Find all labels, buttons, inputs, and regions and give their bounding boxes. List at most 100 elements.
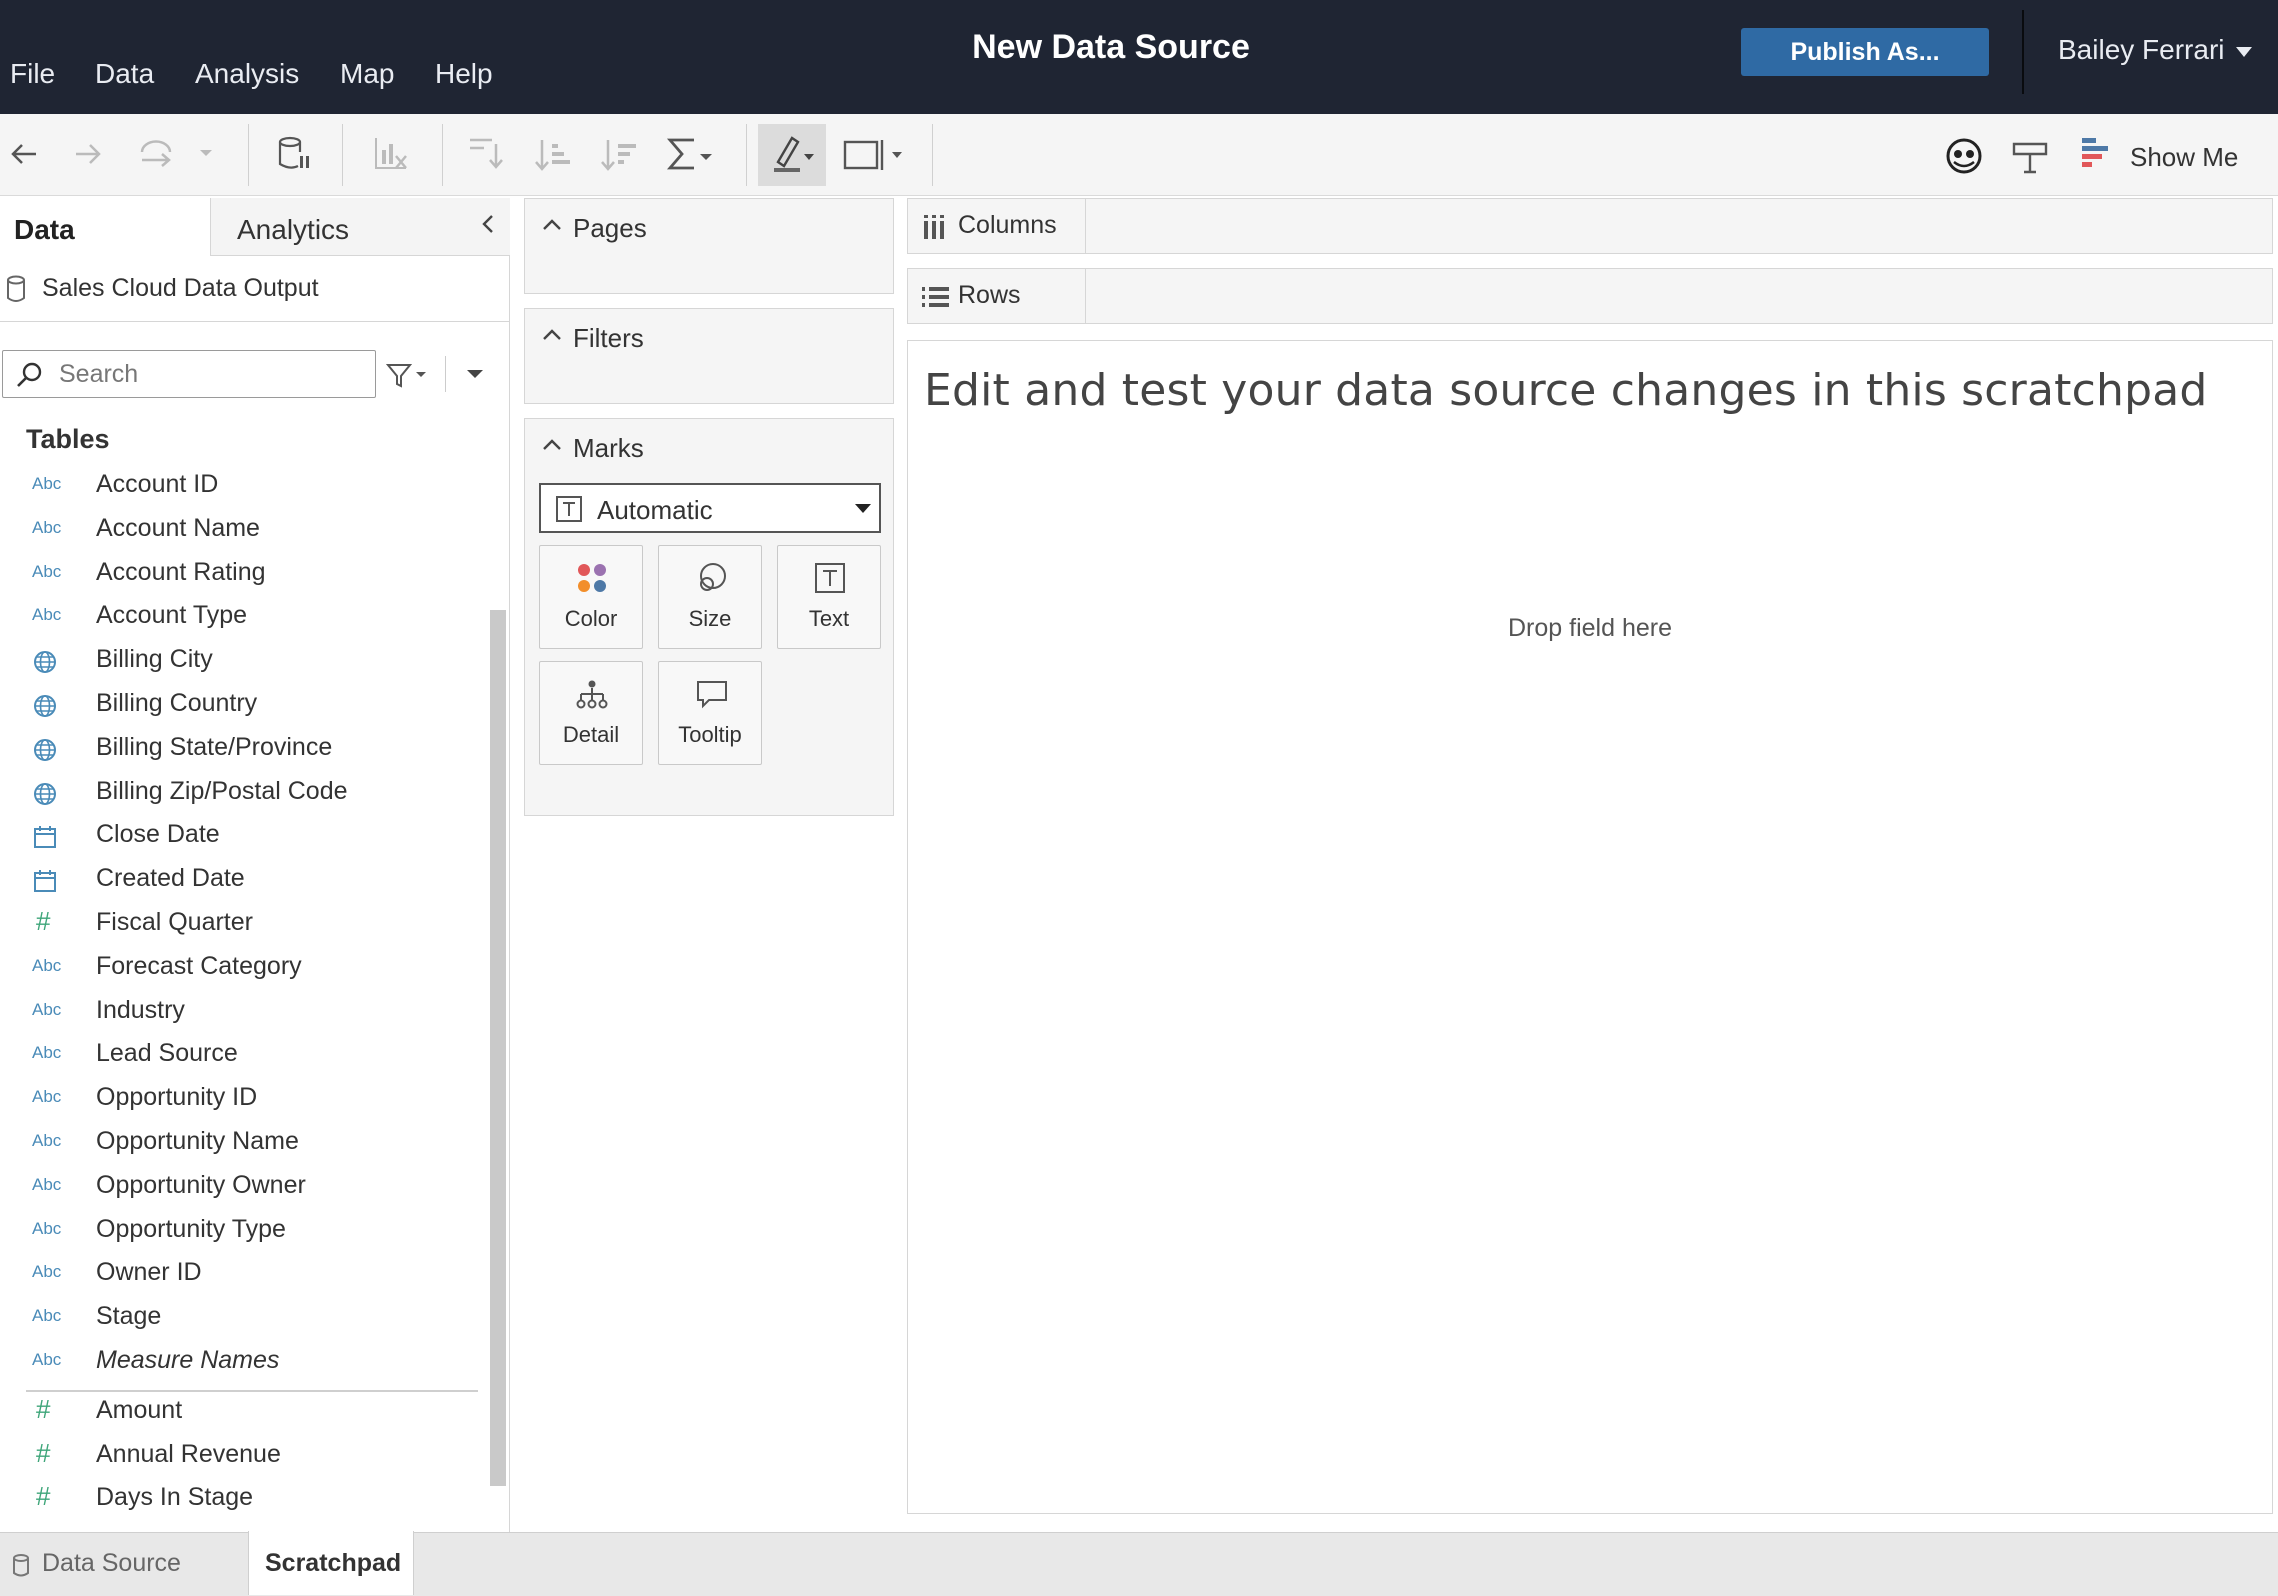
field-item[interactable]: Abc Opportunity Type — [0, 1211, 480, 1251]
rows-label: Rows — [958, 281, 1021, 309]
tab-data[interactable]: Data — [0, 198, 210, 256]
sort-ascending-icon[interactable] — [534, 134, 574, 174]
replay-icon[interactable] — [134, 134, 178, 174]
show-me-button[interactable]: Show Me — [2130, 142, 2238, 173]
totals-sigma-icon[interactable] — [666, 134, 716, 174]
marks-card: Marks Automatic Color Size Text Detail T… — [524, 418, 894, 816]
field-item[interactable]: Billing City — [0, 641, 480, 681]
filters-card: Filters — [524, 308, 894, 404]
filter-icon[interactable] — [386, 362, 432, 390]
calendar-icon — [32, 824, 68, 849]
mark-type-select[interactable]: Automatic — [539, 483, 881, 533]
data-source-row[interactable]: Sales Cloud Data Output — [0, 258, 510, 322]
field-item[interactable]: # Days In Stage — [0, 1479, 480, 1519]
data-source-icon[interactable] — [274, 134, 314, 174]
field-item[interactable]: Close Date — [0, 816, 480, 856]
color-button[interactable]: Color — [539, 545, 643, 649]
sheet-tabs-bar: Data Source Scratchpad — [0, 1531, 2278, 1596]
detail-label: Detail — [562, 722, 620, 747]
text-button[interactable]: Text — [777, 545, 881, 649]
string-type-icon: Abc — [32, 561, 62, 581]
chevron-down-icon[interactable] — [196, 134, 216, 174]
number-type-icon: # — [36, 1437, 51, 1468]
string-type-icon: Abc — [32, 1306, 62, 1326]
publish-as-button[interactable]: Publish As... — [1741, 28, 1989, 76]
field-item[interactable]: # Fiscal Quarter — [0, 904, 480, 944]
color-label: Color — [564, 606, 618, 631]
presentation-icon[interactable] — [2008, 134, 2052, 174]
undo-icon[interactable] — [6, 134, 42, 174]
field-item[interactable]: Abc Stage — [0, 1298, 480, 1338]
chevron-up-icon[interactable] — [541, 437, 563, 453]
detail-button[interactable]: Detail — [539, 661, 643, 765]
string-type-icon: Abc — [32, 1087, 62, 1107]
tab-analytics[interactable]: Analytics — [210, 198, 510, 256]
field-item[interactable]: Abc Opportunity Name — [0, 1123, 480, 1163]
field-item[interactable]: Abc Lead Source — [0, 1035, 480, 1075]
tab-analytics-label: Analytics — [237, 214, 350, 245]
redo-icon[interactable] — [70, 134, 106, 174]
marks-title: Marks — [573, 433, 644, 463]
field-item[interactable]: Abc Owner ID — [0, 1254, 480, 1294]
field-item[interactable]: Billing State/Province — [0, 729, 480, 769]
size-button[interactable]: Size — [658, 545, 762, 649]
text-mark-icon — [556, 496, 582, 522]
field-item[interactable]: # Annual Revenue — [0, 1436, 480, 1476]
field-item[interactable]: Created Date — [0, 860, 480, 900]
field-label: Opportunity Name — [96, 1127, 299, 1155]
scrollbar[interactable] — [490, 610, 506, 1486]
field-item[interactable]: Abc Opportunity ID — [0, 1079, 480, 1119]
rows-shelf[interactable]: Rows — [907, 268, 2273, 324]
field-item[interactable]: Abc Measure Names — [0, 1342, 480, 1382]
data-source-name: Sales Cloud Data Output — [42, 274, 319, 302]
search-input[interactable] — [59, 359, 359, 389]
field-item[interactable]: Abc Account Name — [0, 510, 480, 550]
globe-icon — [32, 781, 68, 805]
chevron-up-icon[interactable] — [541, 327, 563, 343]
sort-descending-icon[interactable] — [600, 134, 640, 174]
field-item[interactable]: Abc Forecast Category — [0, 948, 480, 988]
user-menu[interactable]: Bailey Ferrari — [2058, 34, 2253, 66]
collapse-pane-icon[interactable] — [478, 212, 498, 236]
number-type-icon: # — [36, 1481, 51, 1512]
field-item[interactable]: Abc Account ID — [0, 466, 480, 506]
field-item[interactable]: Abc Account Rating — [0, 554, 480, 594]
rows-icon — [922, 287, 949, 307]
swap-rows-columns-icon[interactable] — [466, 134, 506, 174]
toolbar-separator — [932, 124, 933, 186]
string-type-icon: Abc — [32, 1350, 62, 1369]
field-label: Opportunity ID — [96, 1083, 258, 1112]
search-box[interactable] — [2, 350, 376, 398]
field-item[interactable]: Abc Account Type — [0, 597, 480, 637]
field-item[interactable]: Billing Country — [0, 685, 480, 725]
toolbar-separator — [248, 124, 249, 186]
tooltip-button[interactable]: Tooltip — [658, 661, 762, 765]
toolbar-separator — [442, 124, 443, 186]
clear-sheet-icon[interactable] — [370, 134, 414, 174]
field-label: Annual Revenue — [96, 1439, 281, 1468]
field-item[interactable]: Billing Zip/Postal Code — [0, 773, 480, 813]
string-type-icon: Abc — [32, 1174, 62, 1194]
scratchpad-canvas[interactable]: Edit and test your data source changes i… — [907, 340, 2273, 1514]
filters-title: Filters — [573, 323, 644, 353]
pages-card: Pages — [524, 198, 894, 294]
text-label: Text — [808, 606, 850, 631]
user-name: Bailey Ferrari — [2058, 34, 2225, 65]
pane-menu-icon[interactable] — [464, 364, 486, 384]
field-label: Account Name — [96, 513, 260, 542]
string-type-icon: Abc — [32, 955, 62, 975]
field-label: Lead Source — [96, 1039, 238, 1068]
field-item[interactable]: Abc Industry — [0, 992, 480, 1032]
field-item[interactable]: Abc Opportunity Owner — [0, 1167, 480, 1207]
chevron-up-icon[interactable] — [541, 217, 563, 233]
tab-scratchpad[interactable]: Scratchpad — [248, 1531, 414, 1595]
drop-field-hint: Drop field here — [1508, 614, 1672, 642]
field-item[interactable]: # Amount — [0, 1392, 480, 1432]
caret-down-icon — [2236, 46, 2253, 57]
show-me-icon[interactable] — [2080, 134, 2114, 174]
tab-data-source[interactable]: Data Source — [0, 1533, 246, 1595]
columns-shelf[interactable]: Columns — [907, 198, 2273, 254]
fit-view-icon[interactable] — [842, 134, 906, 174]
highlight-button[interactable] — [758, 124, 826, 186]
tableau-ai-icon[interactable] — [1942, 134, 1986, 174]
